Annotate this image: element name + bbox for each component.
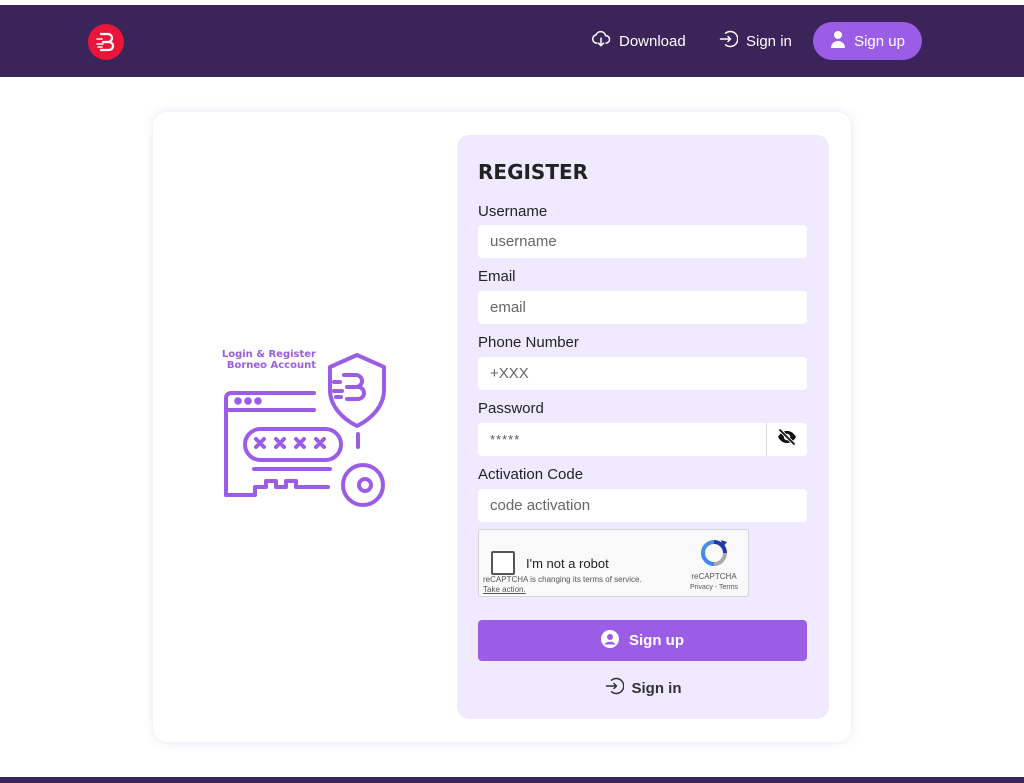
activation-code-input[interactable] <box>478 489 807 522</box>
recaptcha-logo-icon <box>701 540 727 566</box>
cloud-download-icon <box>591 29 611 53</box>
nav-signin-link[interactable]: Sign in <box>718 28 792 54</box>
illustration-caption: Login & Register Borneo Account <box>218 349 316 371</box>
username-input[interactable] <box>478 225 807 258</box>
footer-strip <box>0 777 1024 783</box>
borneo-logo-icon[interactable] <box>88 24 124 60</box>
email-label: Email <box>478 268 516 285</box>
password-input[interactable] <box>478 423 766 456</box>
signup-button[interactable]: Sign up <box>478 620 807 661</box>
recaptcha-label: I'm not a robot <box>526 556 609 571</box>
signup-button-label: Sign up <box>629 632 684 649</box>
phone-input[interactable] <box>478 357 807 390</box>
recaptcha-checkbox[interactable] <box>491 551 515 575</box>
sign-in-icon <box>604 676 624 700</box>
eye-slash-icon <box>777 428 797 450</box>
signin-link[interactable]: Sign in <box>478 676 807 700</box>
nav-download-label: Download <box>619 32 686 50</box>
recaptcha-brand: reCAPTCHA <box>691 572 737 581</box>
nav-signup-button[interactable]: Sign up <box>813 22 922 60</box>
signin-link-label: Sign in <box>631 679 682 697</box>
form-title: REGISTER <box>478 160 589 184</box>
illustration-caption-line2: Borneo Account <box>226 360 316 371</box>
username-label: Username <box>478 203 548 220</box>
recaptcha-privacy-terms-link[interactable]: Privacy - Terms <box>683 584 745 591</box>
navbar: Download Sign in Sign up <box>0 5 1024 77</box>
nav-signup-label: Sign up <box>854 32 905 50</box>
password-toggle-button[interactable] <box>766 423 807 456</box>
email-input[interactable] <box>478 291 807 324</box>
user-circle-icon <box>601 629 619 652</box>
password-label: Password <box>478 400 544 417</box>
user-icon <box>830 30 846 52</box>
nav-signin-label: Sign in <box>746 32 792 50</box>
recaptcha-take-action-link[interactable]: Take action. <box>483 585 526 594</box>
activation-label: Activation Code <box>478 466 584 483</box>
recaptcha-widget: I'm not a robot reCAPTCHA is changing it… <box>478 529 749 597</box>
nav-download-link[interactable]: Download <box>591 28 686 54</box>
sign-in-icon <box>718 29 739 53</box>
password-field <box>478 423 807 456</box>
illustration-caption-line1: Login & Register <box>221 349 316 360</box>
recaptcha-notice: reCAPTCHA is changing its terms of servi… <box>483 575 642 584</box>
phone-label: Phone Number <box>478 334 579 351</box>
key-password-shield-icon <box>224 353 386 507</box>
